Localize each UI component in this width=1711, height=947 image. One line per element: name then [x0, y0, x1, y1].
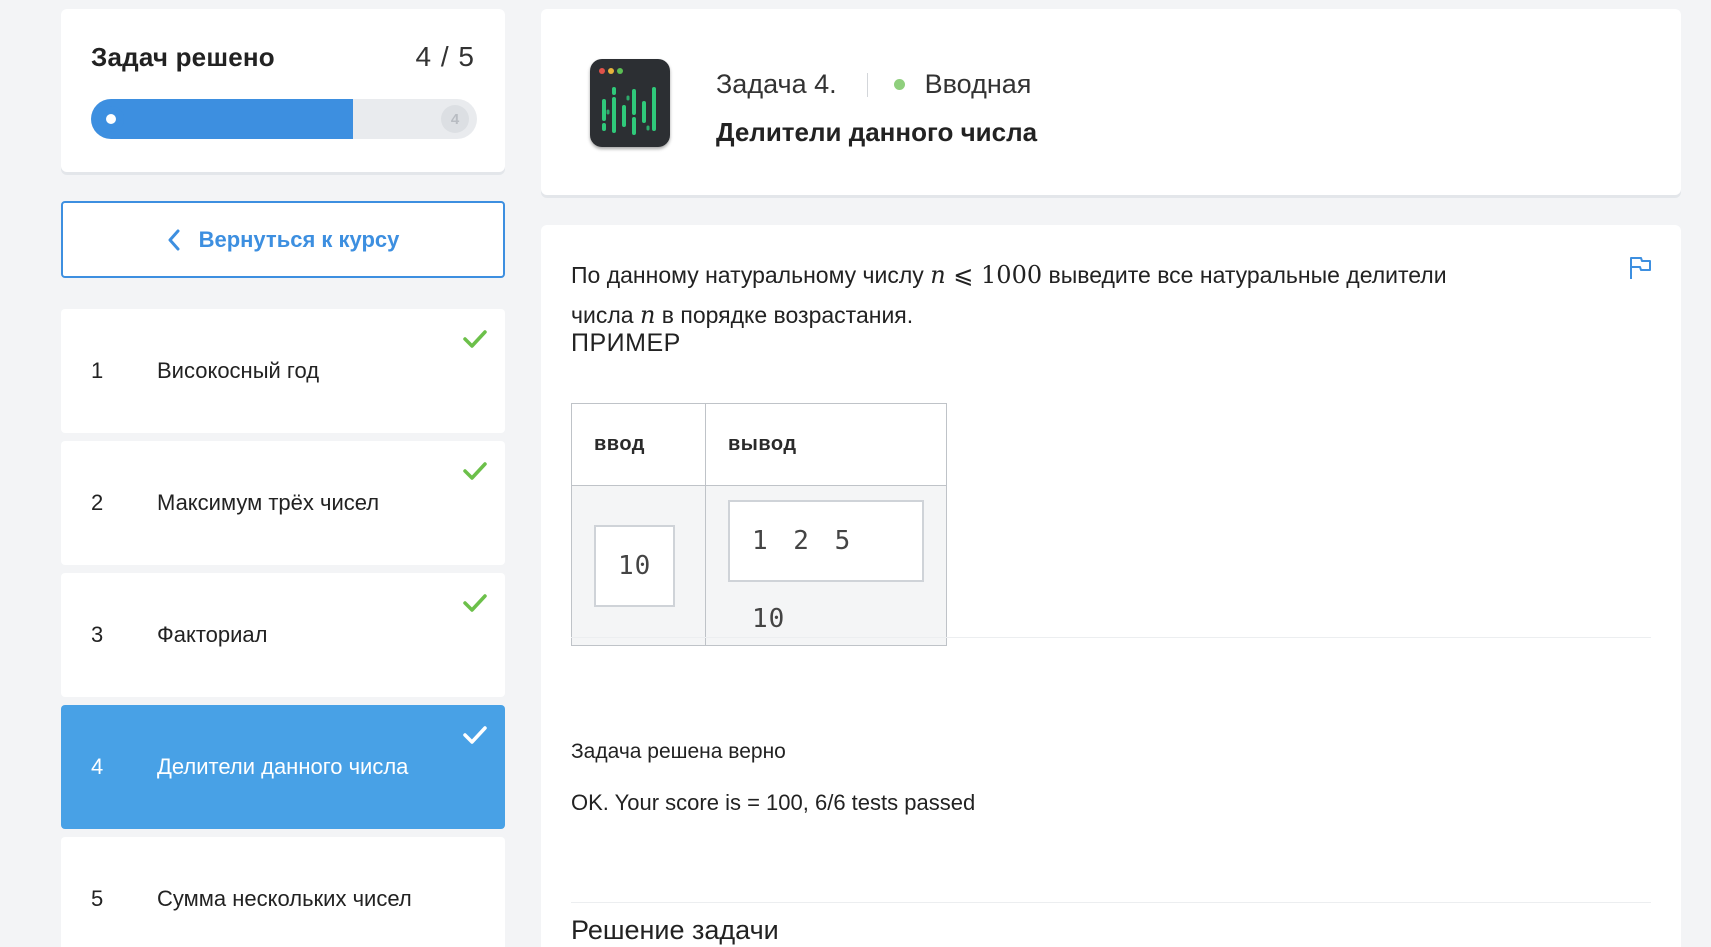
sidebar: Задач решено 4 / 5 4 Вернуться к курсу 1…: [61, 9, 505, 947]
task-list-item[interactable]: 5 Сумма нескольких чисел: [61, 837, 505, 947]
page: Задач решено 4 / 5 4 Вернуться к курсу 1…: [0, 0, 1711, 947]
task-list: 1 Високосный год 2 Максимум трёх чисел 3 Факт…: [61, 309, 505, 947]
task-header-card: Задача 4. Вводная Делители данного числа: [541, 9, 1681, 195]
task-list-item[interactable]: 3 Факториал: [61, 573, 505, 697]
example-output-value: 1 2 5 10: [728, 499, 924, 634]
task-list-item[interactable]: 1 Високосный год: [61, 309, 505, 433]
progress-card: Задач решено 4 / 5 4: [61, 9, 505, 172]
progress-start-marker: [101, 109, 121, 129]
task-title: Делители данного числа: [716, 117, 1038, 147]
progress-title: Задач решено: [91, 41, 275, 72]
checkmark-icon: [463, 330, 487, 348]
task-item-title: Сумма нескольких чисел: [157, 886, 412, 911]
task-category: Вводная: [924, 69, 1032, 99]
task-number: 5: [91, 886, 104, 911]
progress-count: 4 / 5: [415, 41, 475, 72]
back-to-course-label: Вернуться к курсу: [198, 226, 400, 252]
divider: [571, 637, 1651, 638]
progress-bar: 4: [91, 99, 477, 139]
checkmark-icon: [463, 726, 487, 744]
task-item-title: Делители данного числа: [157, 754, 409, 779]
progress-fill: [91, 99, 354, 139]
task-item-title: Високосный год: [157, 358, 320, 383]
checkmark-icon: [463, 594, 487, 612]
task-list-item[interactable]: 4 Делители данного числа: [61, 705, 505, 829]
flag-icon[interactable]: [1627, 255, 1653, 281]
example-table: ввод вывод 10 1 2 5 10: [571, 403, 947, 646]
category-dot: [893, 79, 905, 90]
task-statement: По данному натуральному числу n ⩽ 1000 в…: [571, 261, 1447, 329]
task-number: 3: [91, 622, 104, 647]
result-title: Задача решена верно: [571, 740, 786, 763]
example-input-header: ввод: [571, 403, 706, 486]
task-body-card: По данному натуральному числу n ⩽ 1000 в…: [541, 225, 1681, 947]
solution-title: Решение задачи: [571, 915, 779, 945]
task-number: 1: [91, 358, 104, 383]
result-message: OK. Your score is = 100, 6/6 tests passe…: [571, 790, 976, 815]
chevron-left-icon: [168, 229, 180, 250]
back-to-course-button[interactable]: Вернуться к курсу: [61, 201, 505, 278]
divider: [571, 902, 1651, 903]
terminal-app-icon: [590, 59, 670, 147]
task-number: 4: [91, 754, 104, 779]
task-number-label: Задача 4.: [716, 69, 837, 99]
task-list-item[interactable]: 2 Максимум трёх чисел: [61, 441, 505, 565]
task-item-title: Факториал: [157, 622, 268, 647]
example-output-header: вывод: [705, 403, 947, 486]
task-number: 2: [91, 490, 104, 515]
checkmark-icon: [463, 462, 487, 480]
example-input-value: 10: [594, 524, 676, 607]
progress-end-marker: 4: [441, 105, 469, 133]
task-item-title: Максимум трёх чисел: [157, 490, 380, 515]
header-separator: [866, 72, 868, 97]
example-label: ПРИМЕР: [571, 329, 681, 357]
